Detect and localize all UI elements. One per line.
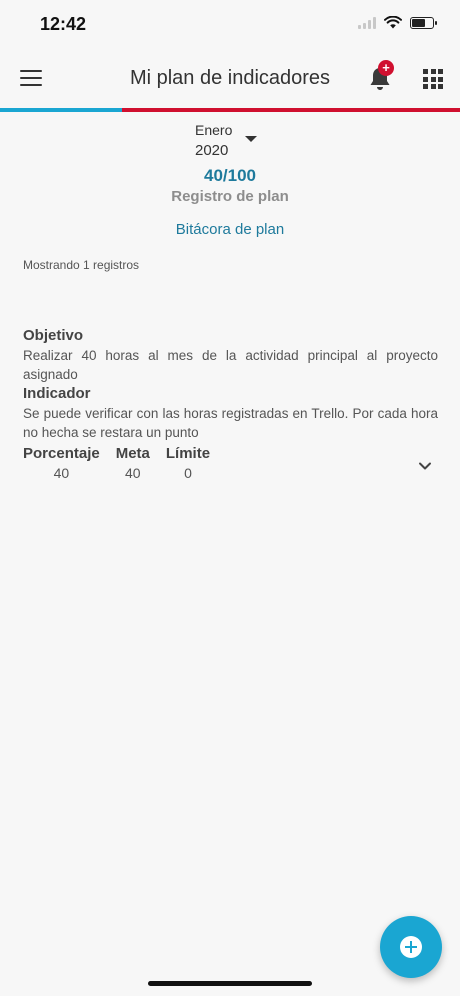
- bitacora-link[interactable]: Bitácora de plan: [0, 221, 460, 238]
- plan-score: 40/100: [204, 166, 256, 185]
- app-bar: Mi plan de indicadores +: [0, 50, 460, 108]
- cellular-signal-icon: [358, 16, 376, 29]
- metric-limit: Límite 0: [166, 444, 210, 484]
- notifications-button[interactable]: +: [368, 60, 394, 92]
- objective-label: Objetivo: [23, 327, 84, 344]
- metric-goal: Meta 40: [116, 444, 150, 484]
- metric-label: Límite: [165, 445, 211, 462]
- metrics-row: Porcentaje 40 Meta 40 Límite 0: [23, 444, 438, 484]
- accent-bar-red: [122, 108, 460, 112]
- records-count: Mostrando 1 registros: [23, 258, 140, 272]
- add-record-button[interactable]: [380, 916, 442, 978]
- objective-text: Realizar 40 horas al mes de la actividad…: [23, 348, 438, 382]
- home-indicator: [148, 981, 312, 986]
- metric-value: 0: [184, 465, 192, 481]
- accent-bar-blue: [0, 108, 122, 112]
- indicator-label: Indicador: [23, 385, 91, 402]
- metric-value: 40: [53, 465, 70, 481]
- metric-label: Porcentaje: [23, 445, 100, 462]
- add-circle-icon: [400, 936, 422, 958]
- status-bar: 12:42: [0, 0, 460, 50]
- year-value: 2020: [195, 142, 229, 159]
- plan-record-card: Objetivo Realizar 40 horas al mes de la …: [23, 326, 438, 484]
- wifi-icon: [384, 16, 402, 29]
- apps-grid-icon[interactable]: [423, 69, 443, 89]
- plan-label: Registro de plan: [171, 188, 289, 205]
- chevron-down-icon[interactable]: [418, 459, 432, 473]
- dropdown-caret-icon: [245, 136, 257, 142]
- metric-value: 40: [125, 465, 141, 481]
- period-selector[interactable]: Enero 2020: [195, 122, 257, 159]
- status-time: 12:42: [40, 14, 87, 34]
- metric-percentage: Porcentaje 40: [23, 444, 100, 484]
- metric-label: Meta: [115, 445, 150, 462]
- battery-icon: [410, 16, 437, 29]
- accent-divider: [0, 108, 460, 112]
- month-value: Enero: [195, 122, 233, 138]
- indicator-text: Se puede verificar con las horas registr…: [23, 406, 438, 440]
- status-icons: [358, 16, 437, 29]
- notification-badge: +: [378, 60, 394, 76]
